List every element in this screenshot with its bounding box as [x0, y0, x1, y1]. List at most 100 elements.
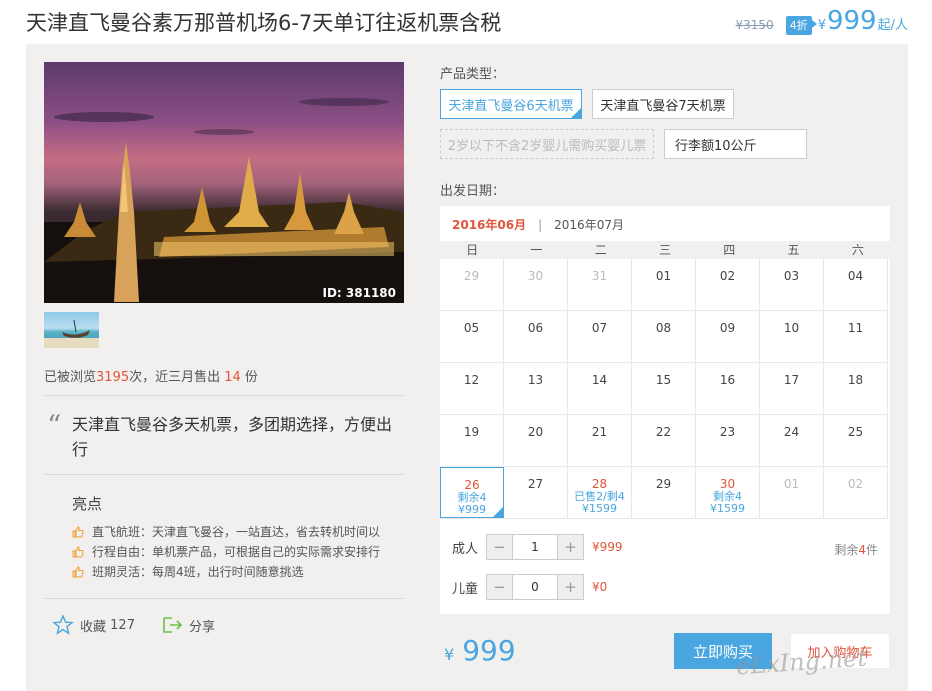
thumbs-up-icon — [72, 566, 84, 578]
calendar-week-row: 05 06 07 08 09 10 11 — [440, 311, 888, 363]
calendar-day-number: 17 — [783, 373, 800, 387]
calendar-day[interactable]: 26 剩余4 ¥999 — [440, 467, 504, 518]
calendar-day-number: 05 — [463, 321, 480, 335]
calendar-day[interactable]: 07 — [568, 311, 632, 362]
calendar-day-number: 01 — [655, 269, 672, 283]
calendar-day[interactable]: 11 — [824, 311, 888, 362]
option-6day-ticket[interactable]: 天津直飞曼谷6天机票 — [440, 89, 582, 119]
calendar-day[interactable]: 12 — [440, 363, 504, 414]
calendar-day[interactable]: 08 — [632, 311, 696, 362]
header: 天津直飞曼谷素万那普机场6-7天单订往返机票含税 ¥3150 4折 ¥ 999 … — [0, 0, 932, 44]
calendar-day-number: 15 — [655, 373, 672, 387]
calendar-day[interactable]: 24 — [760, 415, 824, 466]
divider — [44, 395, 404, 396]
product-title: 天津直飞曼谷素万那普机场6-7天单订往返机票含税 — [26, 11, 502, 35]
calendar-day-number: 26 — [464, 478, 480, 492]
calendar-day[interactable]: 20 — [504, 415, 568, 466]
views-count: 3195 — [96, 370, 130, 385]
views-middle: 次，近三月售出 — [129, 370, 225, 385]
calendar-day[interactable]: 22 — [632, 415, 696, 466]
calendar-day-number: 08 — [655, 321, 672, 335]
divider — [44, 598, 404, 599]
main-photo[interactable]: ID: 381180 — [44, 62, 404, 303]
calendar-day[interactable]: 23 — [696, 415, 760, 466]
child-decrease-button[interactable]: − — [487, 575, 512, 599]
highlight-item: 班期灵活：每周4班，出行时间随意挑选 — [72, 562, 380, 582]
child-increase-button[interactable]: + — [558, 575, 583, 599]
calendar-day[interactable]: 04 — [824, 259, 888, 310]
calendar-grid: 29 30 31 01 02 03 04 05 06 07 08 09 10 11 12 13 14 15 16 17… — [440, 259, 888, 519]
child-quantity-row: 儿童 − + ¥0 — [452, 574, 607, 600]
calendar-day[interactable]: 05 — [440, 311, 504, 362]
social-actions: 收藏 127 分享 — [52, 614, 241, 636]
calendar-day-number: 19 — [463, 425, 480, 439]
departure-calendar: 2016年06月 | 2016年07月 日 一 二 三 四 五 六 29 30 31 01… — [440, 206, 890, 614]
tab-month-july[interactable]: 2016年07月 — [554, 218, 624, 232]
product-panel: ID: 381180 已被浏览3195次，近三月售出 14 份 “ 天津直飞曼谷… — [26, 44, 908, 691]
highlight-item: 行程自由：单机票产品，可根据自己的实际需求安排行 — [72, 542, 380, 562]
calendar-day[interactable]: 01 — [632, 259, 696, 310]
calendar-day-number: 13 — [527, 373, 544, 387]
calendar-day[interactable]: 02 — [696, 259, 760, 310]
calendar-day[interactable]: 30 剩余4 ¥1599 — [696, 467, 760, 518]
calendar-day[interactable]: 16 — [696, 363, 760, 414]
calendar-day-number: 16 — [719, 373, 736, 387]
adult-increase-button[interactable]: + — [558, 535, 583, 559]
star-icon — [52, 614, 74, 635]
divider — [44, 474, 404, 475]
option-baggage-10kg[interactable]: 行李额10公斤 — [664, 129, 807, 159]
calendar-day[interactable]: 27 — [504, 467, 568, 518]
current-price: 999 — [826, 6, 877, 36]
calendar-day[interactable]: 25 — [824, 415, 888, 466]
boat-thumbnail-icon — [44, 319, 99, 348]
option-7day-ticket[interactable]: 天津直飞曼谷7天机票 — [592, 89, 734, 119]
calendar-day[interactable]: 29 — [632, 467, 696, 518]
calendar-day[interactable]: 15 — [632, 363, 696, 414]
calendar-day-number: 06 — [527, 321, 544, 335]
calendar-day[interactable]: 14 — [568, 363, 632, 414]
calendar-day[interactable]: 17 — [760, 363, 824, 414]
favorite-button[interactable]: 收藏 127 — [52, 614, 135, 636]
calendar-day[interactable]: 13 — [504, 363, 568, 414]
calendar-day[interactable]: 06 — [504, 311, 568, 362]
temple-illustration — [44, 98, 404, 303]
calendar-day-number: 07 — [591, 321, 608, 335]
calendar-day-number: 12 — [463, 373, 480, 387]
calendar-day[interactable]: 03 — [760, 259, 824, 310]
total-amount: 999 — [462, 634, 516, 667]
header-price: ¥3150 4折 ¥ 999 起/人 — [736, 6, 909, 36]
calendar-week-row: 19 20 21 22 23 24 25 — [440, 415, 888, 467]
photo-thumbnail[interactable] — [44, 312, 99, 348]
adult-label: 成人 — [452, 541, 479, 557]
calendar-day-number: 02 — [847, 477, 864, 491]
calendar-day-number: 20 — [527, 425, 544, 439]
child-quantity-input[interactable] — [512, 575, 558, 599]
calendar-day: 01 — [760, 467, 824, 518]
thumbs-up-icon — [72, 526, 84, 538]
adult-quantity-input[interactable] — [512, 535, 558, 559]
calendar-day-number: 23 — [719, 425, 736, 439]
calendar-week-row: 29 30 31 01 02 03 04 — [440, 259, 888, 311]
calendar-day[interactable]: 09 — [696, 311, 760, 362]
calendar-day[interactable]: 18 — [824, 363, 888, 414]
calendar-day[interactable]: 10 — [760, 311, 824, 362]
calendar-day-number: 03 — [783, 269, 800, 283]
share-button[interactable]: 分享 — [161, 614, 215, 636]
calendar-day-number: 11 — [847, 321, 864, 335]
product-type-label: 产品类型： — [440, 67, 506, 82]
tab-month-june[interactable]: 2016年06月 — [452, 218, 526, 232]
calendar-day[interactable]: 19 — [440, 415, 504, 466]
currency-symbol: ¥ — [817, 18, 826, 33]
quote-icon: “ — [47, 409, 62, 442]
adult-decrease-button[interactable]: − — [487, 535, 512, 559]
calendar-day[interactable]: 21 — [568, 415, 632, 466]
calendar-day-number: 22 — [655, 425, 672, 439]
calendar-week-row: 26 剩余4 ¥999 27 28 已售2/剩4 ¥1599 29 30 剩余4 ¥1599 01 02 — [440, 467, 888, 519]
calendar-day-number: 25 — [847, 425, 864, 439]
calendar-day-number: 10 — [783, 321, 800, 335]
calendar-day-number: 29 — [463, 269, 480, 283]
calendar-day[interactable]: 28 已售2/剩4 ¥1599 — [568, 467, 632, 518]
share-icon — [163, 617, 183, 633]
child-label: 儿童 — [452, 581, 479, 597]
stock-count: 4 — [858, 543, 866, 557]
